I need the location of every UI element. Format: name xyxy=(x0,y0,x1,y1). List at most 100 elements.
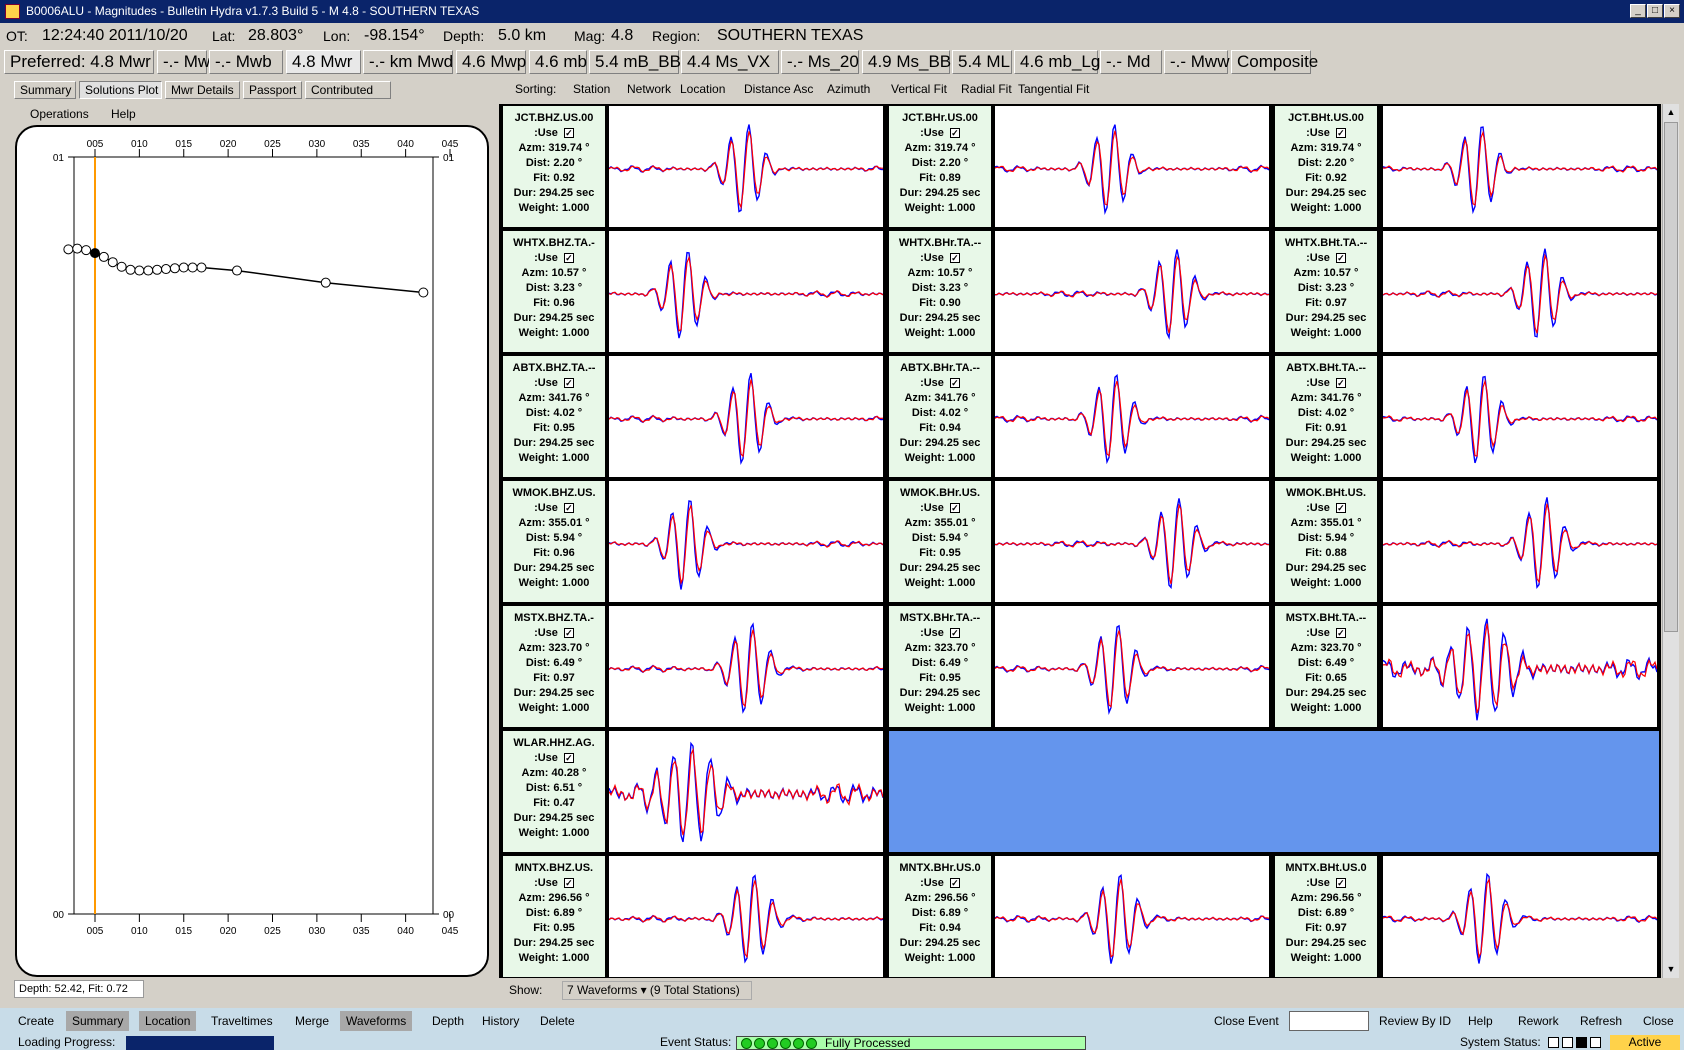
waveform-cell[interactable] xyxy=(608,481,884,602)
rework-button[interactable]: Rework xyxy=(1512,1011,1565,1031)
use-checkbox[interactable]: ✓ xyxy=(949,628,960,639)
menu-help[interactable]: Help xyxy=(111,107,136,121)
solution-point[interactable] xyxy=(169,263,180,274)
mag-tab-4[interactable]: -.- km Mwd xyxy=(363,50,453,74)
use-checkbox[interactable]: ✓ xyxy=(949,253,960,264)
solution-point[interactable] xyxy=(81,245,92,256)
refresh-button[interactable]: Refresh xyxy=(1574,1011,1628,1031)
help-button[interactable]: Help xyxy=(1462,1011,1499,1031)
waveform-cell[interactable] xyxy=(994,856,1270,977)
waveform-cell[interactable] xyxy=(608,731,884,852)
mag-tab-1[interactable]: -.- Mwc xyxy=(157,50,219,74)
waveform-cell[interactable] xyxy=(994,481,1270,602)
mag-tab-13[interactable]: -.- Md xyxy=(1100,50,1162,74)
waveform-cell[interactable] xyxy=(1382,856,1658,977)
solution-point[interactable] xyxy=(232,265,242,276)
solution-point[interactable] xyxy=(116,261,127,272)
mag-tab-10[interactable]: 4.9 Ms_BB xyxy=(862,50,951,74)
subtab-contributed[interactable]: Contributed xyxy=(305,81,391,99)
waveform-cell[interactable] xyxy=(994,106,1270,227)
waveform-cell[interactable] xyxy=(994,356,1270,477)
use-checkbox[interactable]: ✓ xyxy=(1335,878,1346,889)
scroll-down-arrow-icon[interactable]: ▼ xyxy=(1664,962,1678,976)
solution-point[interactable] xyxy=(178,262,189,273)
use-checkbox[interactable]: ✓ xyxy=(563,878,574,889)
maximize-button[interactable]: □ xyxy=(1647,4,1663,18)
solution-point[interactable] xyxy=(418,287,429,298)
use-checkbox[interactable]: ✓ xyxy=(949,878,960,889)
mag-tab-2[interactable]: -.- Mwb xyxy=(209,50,283,74)
mag-tab-12[interactable]: 4.6 mb_Lg xyxy=(1014,50,1100,74)
waveform-count-select[interactable]: 7 Waveforms ▾ (9 Total Stations) xyxy=(562,981,752,1000)
solution-point[interactable] xyxy=(98,251,109,262)
review-by-id-button[interactable]: Review By ID xyxy=(1373,1011,1457,1031)
close-event-button[interactable]: Close Event xyxy=(1208,1011,1285,1031)
sort-location[interactable]: Location xyxy=(680,77,725,101)
mag-tab-11[interactable]: 5.4 ML xyxy=(952,50,1012,74)
use-checkbox[interactable]: ✓ xyxy=(563,753,574,764)
sort-network[interactable]: Network xyxy=(627,77,671,101)
mag-tab-15[interactable]: Composite xyxy=(1231,50,1318,74)
history-button[interactable]: History xyxy=(476,1011,525,1031)
close-event-input[interactable] xyxy=(1289,1011,1369,1031)
solution-point[interactable] xyxy=(143,265,154,276)
merge-button[interactable]: Merge xyxy=(289,1011,335,1031)
waveform-cell[interactable] xyxy=(608,106,884,227)
use-checkbox[interactable]: ✓ xyxy=(949,378,960,389)
use-checkbox[interactable]: ✓ xyxy=(1335,503,1346,514)
waveform-cell[interactable] xyxy=(608,231,884,352)
use-checkbox[interactable]: ✓ xyxy=(1335,378,1346,389)
solution-point[interactable] xyxy=(187,262,198,273)
solution-point[interactable] xyxy=(320,277,331,288)
use-checkbox[interactable]: ✓ xyxy=(949,128,960,139)
solution-point[interactable] xyxy=(63,244,74,255)
waveform-cell[interactable] xyxy=(994,606,1270,727)
scroll-thumb[interactable] xyxy=(1664,122,1678,632)
sort-azimuth[interactable]: Azimuth xyxy=(827,77,870,101)
solution-point[interactable] xyxy=(134,265,145,276)
mag-tab-8[interactable]: 4.4 Ms_VX xyxy=(681,50,779,74)
use-checkbox[interactable]: ✓ xyxy=(1335,128,1346,139)
use-checkbox[interactable]: ✓ xyxy=(563,628,574,639)
depth-button[interactable]: Depth xyxy=(426,1011,470,1031)
use-checkbox[interactable]: ✓ xyxy=(563,128,574,139)
sort-station[interactable]: Station xyxy=(573,77,610,101)
waveforms-button[interactable]: Waveforms xyxy=(340,1011,413,1031)
mag-tab-0[interactable]: Preferred: 4.8 Mwr xyxy=(4,50,154,74)
waveform-cell[interactable] xyxy=(1382,481,1658,602)
mag-tab-3[interactable]: 4.8 Mwr xyxy=(286,50,361,74)
waveform-cell[interactable] xyxy=(994,231,1270,352)
solution-point[interactable] xyxy=(152,264,163,275)
subtab-passport[interactable]: Passport xyxy=(243,81,302,99)
solution-point[interactable] xyxy=(161,264,171,275)
use-checkbox[interactable]: ✓ xyxy=(1335,628,1346,639)
waveform-cell[interactable] xyxy=(1382,356,1658,477)
solution-point[interactable] xyxy=(196,262,207,273)
solution-point[interactable] xyxy=(107,257,118,268)
mag-tab-9[interactable]: -.- Ms_20 xyxy=(781,50,859,74)
selected-solution-point[interactable] xyxy=(90,248,100,259)
close-button[interactable]: Close xyxy=(1637,1011,1680,1031)
sort-vertical-fit[interactable]: Vertical Fit xyxy=(891,77,947,101)
sort-distance-asc[interactable]: Distance Asc xyxy=(744,77,813,101)
close-window-button[interactable]: × xyxy=(1664,4,1680,18)
waveform-scrollbar[interactable]: ▲ ▼ xyxy=(1662,104,1679,978)
waveform-cell[interactable] xyxy=(608,356,884,477)
mag-tab-14[interactable]: -.- Mww xyxy=(1164,50,1229,74)
solution-point[interactable] xyxy=(72,243,83,254)
minimize-button[interactable]: _ xyxy=(1630,4,1646,18)
use-checkbox[interactable]: ✓ xyxy=(949,503,960,514)
location-button[interactable]: Location xyxy=(139,1011,197,1031)
solution-point[interactable] xyxy=(125,264,136,275)
subtab-summary[interactable]: Summary xyxy=(14,81,76,99)
delete-button[interactable]: Delete xyxy=(534,1011,581,1031)
waveform-cell[interactable] xyxy=(1382,606,1658,727)
mag-tab-7[interactable]: 5.4 mB_BB xyxy=(589,50,681,74)
use-checkbox[interactable]: ✓ xyxy=(1335,253,1346,264)
waveform-cell[interactable] xyxy=(608,606,884,727)
summary-button[interactable]: Summary xyxy=(66,1011,130,1031)
menu-operations[interactable]: Operations xyxy=(30,107,89,121)
waveform-cell[interactable] xyxy=(1382,106,1658,227)
use-checkbox[interactable]: ✓ xyxy=(563,503,574,514)
waveform-cell[interactable] xyxy=(608,856,884,977)
